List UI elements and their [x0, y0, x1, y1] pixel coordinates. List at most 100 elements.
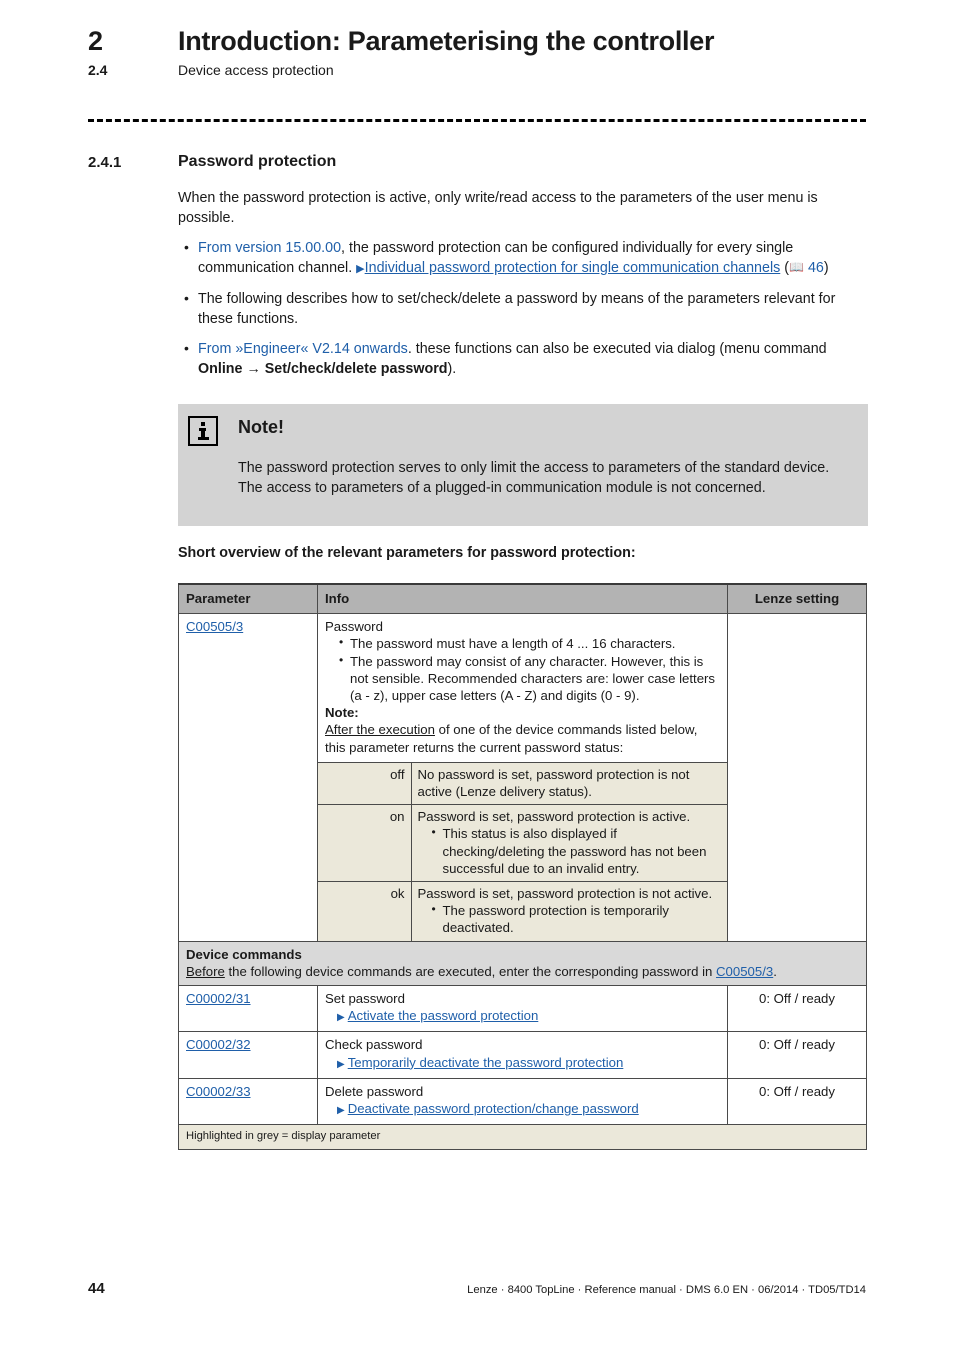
status-sub-on-0: This status is also displayed if checkin…	[432, 824, 722, 877]
xref-arrow-icon-check: ▶	[337, 1058, 345, 1070]
column-header-parameter: Parameter	[178, 583, 318, 615]
page-ref-number: 46	[807, 259, 824, 276]
status-key-on: on	[318, 804, 412, 883]
table-row-check-password: C00002/32 Check password ▶ Temporarily de…	[178, 1031, 867, 1079]
status-desc-off: No password is set, password protection …	[411, 761, 727, 806]
device-commands-text: Before the following device commands are…	[186, 963, 859, 980]
column-header-info: Info	[317, 583, 728, 615]
header-divider	[88, 119, 866, 122]
menu-setcheckdelete-label: Set/check/delete password	[264, 360, 448, 377]
status-sub-list-on: This status is also displayed if checkin…	[418, 824, 722, 877]
bullet-text-1: The following describes how to set/check…	[198, 291, 836, 327]
status-text-ok: Password is set, password protection is …	[417, 886, 713, 902]
note-title: Note!	[238, 417, 284, 437]
note-body: The password protection serves to only l…	[238, 460, 830, 496]
cell-lenze-setting-delete-password: 0: Off / ready	[727, 1077, 867, 1126]
page-ref: (📖 46)	[784, 259, 829, 276]
bullet-text-2: . these functions can also be executed v…	[407, 341, 827, 357]
status-sub-list-ok: The password protection is temporarily d…	[418, 901, 722, 936]
section-number-header: 2.4	[88, 62, 108, 78]
status-sub-ok-0: The password protection is temporarily d…	[432, 901, 722, 936]
cell-parameter-c00002-33: C00002/33	[178, 1077, 318, 1126]
cell-info-check-password: Check password ▶ Temporarily deactivate t…	[317, 1031, 728, 1079]
book-icon: 📖	[789, 259, 804, 274]
status-desc-on: Password is set, password protection is …	[411, 804, 727, 883]
status-text-off: No password is set, password protection …	[417, 766, 690, 800]
xref-link-deactivate-change[interactable]: Deactivate password protection/change pa…	[348, 1101, 639, 1116]
footer-meta: Lenze · 8400 TopLine · Reference manual …	[467, 1284, 866, 1296]
cell-info-delete-password: Delete password ▶ Deactivate password pro…	[317, 1077, 728, 1126]
cell-lenze-setting-check-password: 0: Off / ready	[727, 1031, 867, 1079]
chapter-number: 2	[88, 26, 103, 56]
page-title: Password protection	[178, 153, 337, 170]
info-link-row-check-password: ▶ Temporarily deactivate the password pro…	[325, 1054, 720, 1073]
table-row-password: C00505/3 Password The password must have…	[178, 613, 867, 942]
cell-parameter-c00002-31: C00002/31	[178, 985, 318, 1033]
info-bullet-list: The password must have a length of 4 ...…	[325, 634, 720, 704]
table-row-delete-password: C00002/33 Delete password ▶ Deactivate pa…	[178, 1077, 867, 1126]
info-bullet-length: The password must have a length of 4 ...…	[339, 634, 720, 652]
xref-arrow-icon: ▶	[356, 262, 365, 275]
info-note-label: Note:	[325, 705, 359, 721]
cell-device-commands: Device commands Before the following dev…	[178, 940, 867, 987]
status-key-ok: ok	[318, 881, 412, 941]
document-page: 2 Introduction: Parameterising the contr…	[0, 0, 954, 1350]
footer-page-number: 44	[88, 1280, 105, 1297]
status-row-ok: ok Password is set, password protection …	[318, 881, 727, 941]
info-title-set-password: Set password	[325, 991, 405, 1007]
section-title-header: Device access protection	[178, 62, 334, 78]
engineer-lead: From »Engineer« V2.14 onwards	[198, 341, 408, 357]
status-desc-ok: Password is set, password protection is …	[411, 881, 727, 941]
param-link-c00002-32[interactable]: C00002/32	[186, 1037, 251, 1052]
bullet-tail-2: ).	[447, 360, 457, 377]
status-key-off: off	[318, 761, 412, 806]
status-row-on: on Password is set, password protection …	[318, 804, 727, 883]
bullet-item-version: From version 15.00.00, the password prot…	[178, 238, 868, 279]
table-row-device-commands: Device commands Before the following dev…	[178, 940, 867, 987]
device-commands-before: Before	[186, 963, 225, 979]
device-commands-end: .	[773, 963, 777, 979]
bullet-item-describes: The following describes how to set/check…	[178, 289, 868, 329]
parameters-table: Parameter Info Lenze setting C00505/3 Pa…	[178, 583, 867, 1151]
table-row-legend: Highlighted in grey = display parameter	[178, 1124, 867, 1151]
cell-lenze-setting-password	[727, 613, 867, 942]
status-row-off: off No password is set, password protect…	[318, 761, 727, 806]
xref-arrow-icon-delete: ▶	[337, 1105, 345, 1117]
device-commands-mid: the following device commands are execut…	[224, 963, 717, 979]
menu-online-label: Online	[198, 360, 243, 377]
xref-link-activate-protection[interactable]: Activate the password protection	[348, 1008, 539, 1023]
menu-arrow-icon: →	[242, 360, 265, 377]
cell-parameter-c00505-3: C00505/3	[178, 613, 318, 942]
table-caption: Short overview of the relevant parameter…	[178, 545, 636, 561]
info-icon	[188, 416, 218, 446]
param-link-c00505-3[interactable]: C00505/3	[186, 619, 243, 634]
table-legend-text: Highlighted in grey = display parameter	[178, 1124, 867, 1151]
info-title-password: Password	[325, 619, 383, 635]
password-status-table: off No password is set, password protect…	[318, 761, 727, 941]
cell-info-set-password: Set password ▶ Activate the password prot…	[317, 985, 728, 1033]
xref-arrow-icon-set: ▶	[337, 1012, 345, 1024]
chapter-title: Introduction: Parameterising the control…	[178, 26, 715, 56]
subsection-number: 2.4.1	[88, 154, 122, 171]
info-title-delete-password: Delete password	[325, 1083, 424, 1099]
info-link-row-delete-password: ▶ Deactivate password protection/change p…	[325, 1100, 720, 1119]
version-lead: From version 15.00.00	[198, 240, 342, 256]
bullet-item-engineer: From »Engineer« V2.14 onwards. these fun…	[178, 339, 868, 379]
xref-link-individual-password[interactable]: Individual password protection for singl…	[365, 260, 781, 276]
intro-paragraph: When the password protection is active, …	[178, 190, 818, 226]
cell-lenze-setting-set-password: 0: Off / ready	[727, 985, 867, 1033]
info-link-row-set-password: ▶ Activate the password protection	[325, 1007, 720, 1026]
section-body: When the password protection is active, …	[178, 189, 868, 390]
note-box: Note! The password protection serves to …	[178, 404, 868, 526]
cell-info-password: Password The password must have a length…	[317, 613, 728, 942]
xref-link-temporarily-deactivate[interactable]: Temporarily deactivate the password prot…	[348, 1055, 624, 1070]
device-commands-link-c00505-3[interactable]: C00505/3	[716, 964, 773, 979]
bullet-list: From version 15.00.00, the password prot…	[178, 238, 868, 379]
param-link-c00002-31[interactable]: C00002/31	[186, 991, 251, 1006]
param-link-c00002-33[interactable]: C00002/33	[186, 1084, 251, 1099]
info-note-underlined: After the execution	[325, 722, 435, 738]
cell-parameter-c00002-32: C00002/32	[178, 1031, 318, 1079]
info-title-check-password: Check password	[325, 1037, 423, 1053]
status-text-on: Password is set, password protection is …	[417, 809, 691, 825]
device-commands-title: Device commands	[186, 946, 302, 962]
